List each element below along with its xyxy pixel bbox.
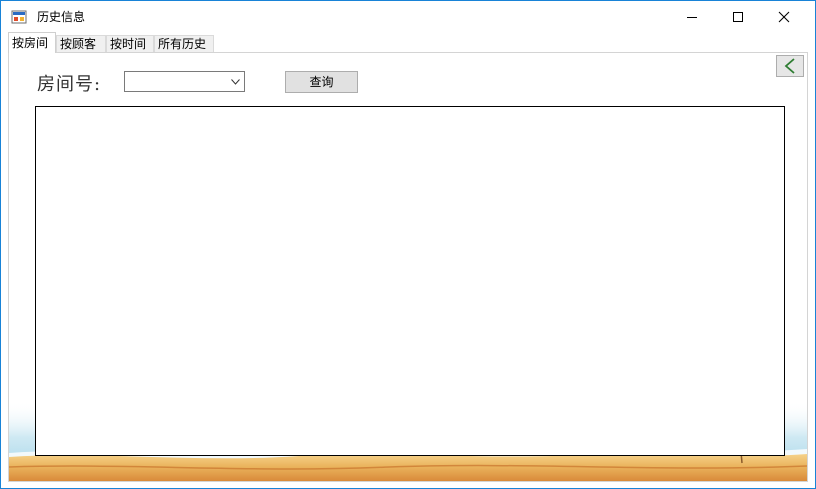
history-results-grid[interactable]	[35, 106, 785, 456]
maximize-button[interactable]	[715, 1, 761, 32]
title-bar[interactable]: 历史信息	[1, 1, 815, 32]
back-button[interactable]	[776, 55, 804, 77]
room-number-label: 房间号:	[37, 74, 102, 95]
history-window: 历史信息 按房间 按顾客 按时间 所有历史 房间号: 查询	[0, 0, 816, 489]
app-icon	[11, 9, 27, 25]
maximize-icon	[733, 11, 743, 22]
window-title: 历史信息	[37, 10, 86, 24]
room-number-select[interactable]	[124, 71, 245, 92]
tab-by-room[interactable]: 按房间	[8, 32, 56, 53]
tab-all-history[interactable]: 所有历史	[154, 35, 214, 52]
close-button[interactable]	[761, 1, 807, 32]
minimize-icon	[687, 16, 697, 18]
close-icon	[778, 11, 790, 22]
chevron-down-icon	[231, 79, 240, 85]
tab-by-time[interactable]: 按时间	[106, 35, 154, 52]
tab-strip: 按房间 按顾客 按时间 所有历史	[8, 32, 808, 53]
query-button[interactable]: 查询	[285, 71, 358, 93]
minimize-button[interactable]	[669, 1, 715, 32]
tab-by-customer[interactable]: 按顾客	[56, 35, 106, 52]
chevron-left-icon	[784, 58, 795, 74]
tab-page-by-room: 房间号: 查询	[8, 52, 808, 482]
